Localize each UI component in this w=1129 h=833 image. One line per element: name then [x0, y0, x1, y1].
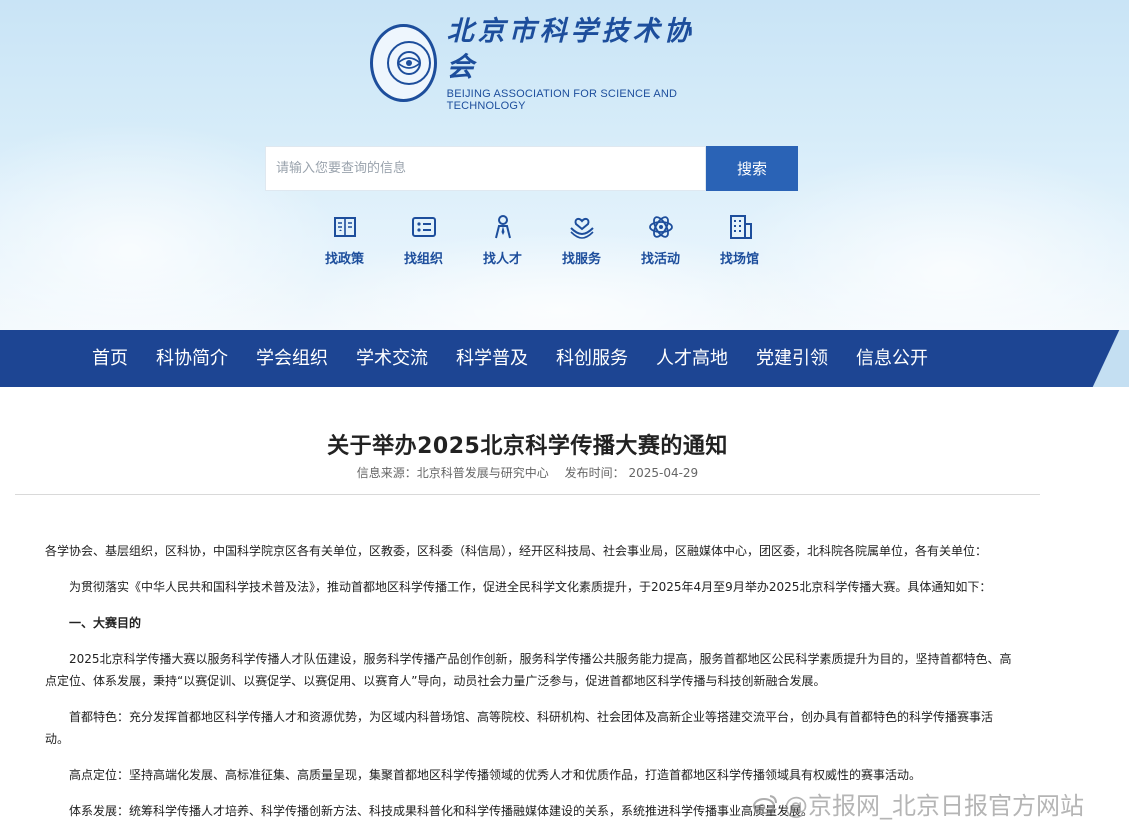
logo-english-name: BEIJING ASSOCIATION FOR SCIENCE AND TECH… [446, 88, 678, 112]
article-date: 发布时间： 2025-04-29 [564, 466, 699, 480]
search-bar: 搜索 [265, 146, 798, 191]
title-divider [15, 494, 1040, 495]
quick-link-policy[interactable]: 找政策 [305, 212, 384, 267]
site-logo[interactable]: 北京市科学技术协会 BEIJING ASSOCIATION FOR SCIENC… [370, 16, 710, 112]
quick-link-talent[interactable]: 找人才 [463, 212, 542, 267]
association-emblem-icon [370, 24, 437, 102]
article-paragraph: 首都特色：充分发挥首都地区科学传播人才和资源优势，为区域内科普场馆、高等院校、科… [45, 710, 994, 746]
weibo-watermark: @京报网_北京日报官方网站 [752, 786, 1084, 821]
nav-item-disclosure[interactable]: 信息公开 [842, 330, 942, 387]
nav-item-talent[interactable]: 人才高地 [642, 330, 742, 387]
header-banner: 北京市科学技术协会 BEIJING ASSOCIATION FOR SCIENC… [0, 0, 1129, 330]
weibo-icon [753, 794, 777, 814]
nav-item-about[interactable]: 科协简介 [142, 330, 242, 387]
article-paragraph: 2025北京科学传播大赛以服务科学传播人才队伍建设，服务科学传播产品创作创新，服… [45, 652, 1012, 688]
watermark-text: @京报网_北京日报官方网站 [784, 792, 1084, 820]
nav-item-academic[interactable]: 学术交流 [342, 330, 442, 387]
quick-link-label: 找组织 [403, 252, 443, 267]
activity-atom-icon [648, 216, 673, 238]
quick-links: 找政策 找组织 找人才 找服务 找活动 找场馆 [305, 212, 779, 267]
nav-item-home[interactable]: 首页 [78, 330, 142, 387]
nav-item-societies[interactable]: 学会组织 [242, 330, 342, 387]
logo-chinese-name: 北京市科学技术协会 [446, 16, 695, 83]
nav-item-innovation-services[interactable]: 科创服务 [542, 330, 642, 387]
quick-link-activity[interactable]: 找活动 [621, 212, 700, 267]
quick-link-label: 找人才 [482, 252, 522, 267]
search-button[interactable]: 搜索 [706, 146, 798, 191]
talent-person-icon [494, 215, 511, 239]
article-paragraph: 为贯彻落实《中华人民共和国科学技术普及法》，推动首都地区科学传播工作，促进全民科… [69, 580, 992, 594]
article-paragraph: 各学协会、基层组织，区科协，中国科学院京区各有关单位，区教委，区科委（科信局），… [45, 544, 988, 558]
article-source: 信息来源：北京科普发展与研究中心 [356, 466, 549, 480]
quick-link-venue[interactable]: 找场馆 [700, 212, 779, 267]
main-nav: 首页 科协简介 学会组织 学术交流 科学普及 科创服务 人才高地 党建引领 信息… [0, 330, 1129, 387]
service-hands-icon [569, 217, 594, 239]
nav-item-popular-science[interactable]: 科学普及 [442, 330, 542, 387]
article-paragraph: 高点定位：坚持高端化发展、高标准征集、高质量呈现，集聚首都地区科学传播领域的优秀… [69, 768, 922, 782]
article-meta: 信息来源：北京科普发展与研究中心 发布时间： 2025-04-29 [0, 464, 1055, 481]
quick-link-label: 找活动 [640, 252, 680, 267]
venue-building-icon [729, 215, 752, 239]
organization-card-icon [411, 217, 436, 237]
quick-link-label: 找政策 [324, 252, 364, 267]
article-section-heading: 一、大赛目的 [69, 616, 142, 630]
nav-item-party-building[interactable]: 党建引领 [742, 330, 842, 387]
quick-link-service[interactable]: 找服务 [542, 212, 621, 267]
quick-link-label: 找服务 [561, 252, 601, 267]
quick-link-organization[interactable]: 找组织 [384, 212, 463, 267]
search-input[interactable] [265, 146, 706, 191]
policy-book-icon [333, 217, 356, 237]
article-title: 关于举办2025北京科学传播大赛的通知 [327, 434, 728, 459]
nav-corner-decoration [1089, 330, 1129, 387]
quick-link-label: 找场馆 [719, 252, 759, 267]
